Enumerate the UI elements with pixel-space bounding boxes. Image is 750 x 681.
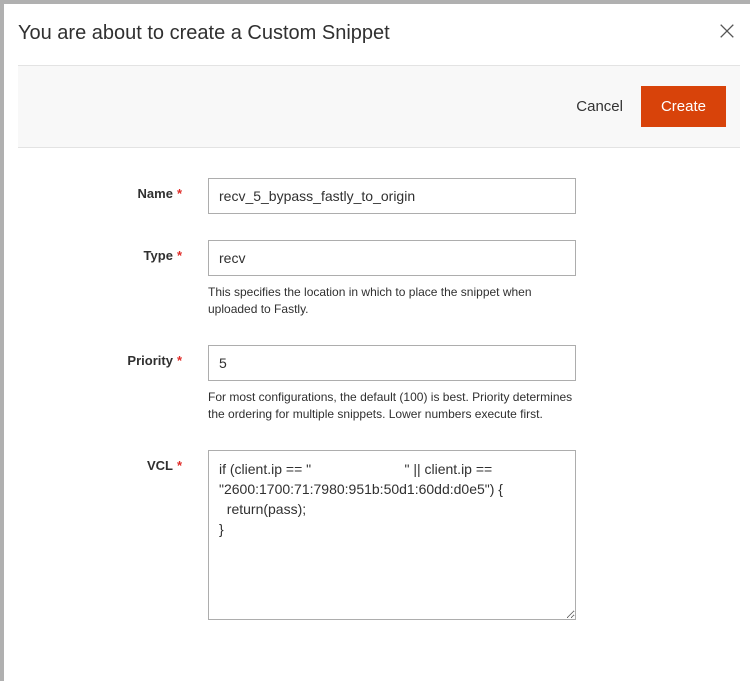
modal-title: You are about to create a Custom Snippet [18, 22, 390, 45]
close-icon[interactable] [710, 18, 740, 49]
form-row-type: Type * This specifies the location in whi… [64, 240, 694, 319]
form-row-name: Name * [64, 178, 694, 214]
name-label: Name [138, 186, 173, 201]
required-mark: * [177, 353, 182, 368]
type-input[interactable] [208, 240, 576, 276]
form-row-vcl: VCL * [64, 450, 694, 625]
form-body: Name * Type * This specifies the location … [4, 148, 750, 681]
vcl-label-col: VCL * [64, 450, 208, 473]
cancel-button[interactable]: Cancel [576, 98, 623, 115]
required-mark: * [177, 458, 182, 473]
action-bar: Cancel Create [18, 65, 740, 148]
priority-input[interactable] [208, 345, 576, 381]
type-help-text: This specifies the location in which to … [208, 284, 576, 319]
name-label-col: Name * [64, 178, 208, 201]
priority-help-text: For most configurations, the default (10… [208, 389, 576, 424]
vcl-textarea[interactable] [208, 450, 576, 620]
priority-label-col: Priority * [64, 345, 208, 368]
type-label: Type [144, 248, 173, 263]
form-row-priority: Priority * For most configurations, the d… [64, 345, 694, 424]
modal-header: You are about to create a Custom Snippet [4, 4, 750, 65]
type-label-col: Type * [64, 240, 208, 263]
custom-snippet-modal: You are about to create a Custom Snippet… [4, 4, 750, 681]
required-mark: * [177, 248, 182, 263]
required-mark: * [177, 186, 182, 201]
vcl-label: VCL [147, 458, 173, 473]
name-input[interactable] [208, 178, 576, 214]
priority-label: Priority [127, 353, 173, 368]
create-button[interactable]: Create [641, 86, 726, 127]
